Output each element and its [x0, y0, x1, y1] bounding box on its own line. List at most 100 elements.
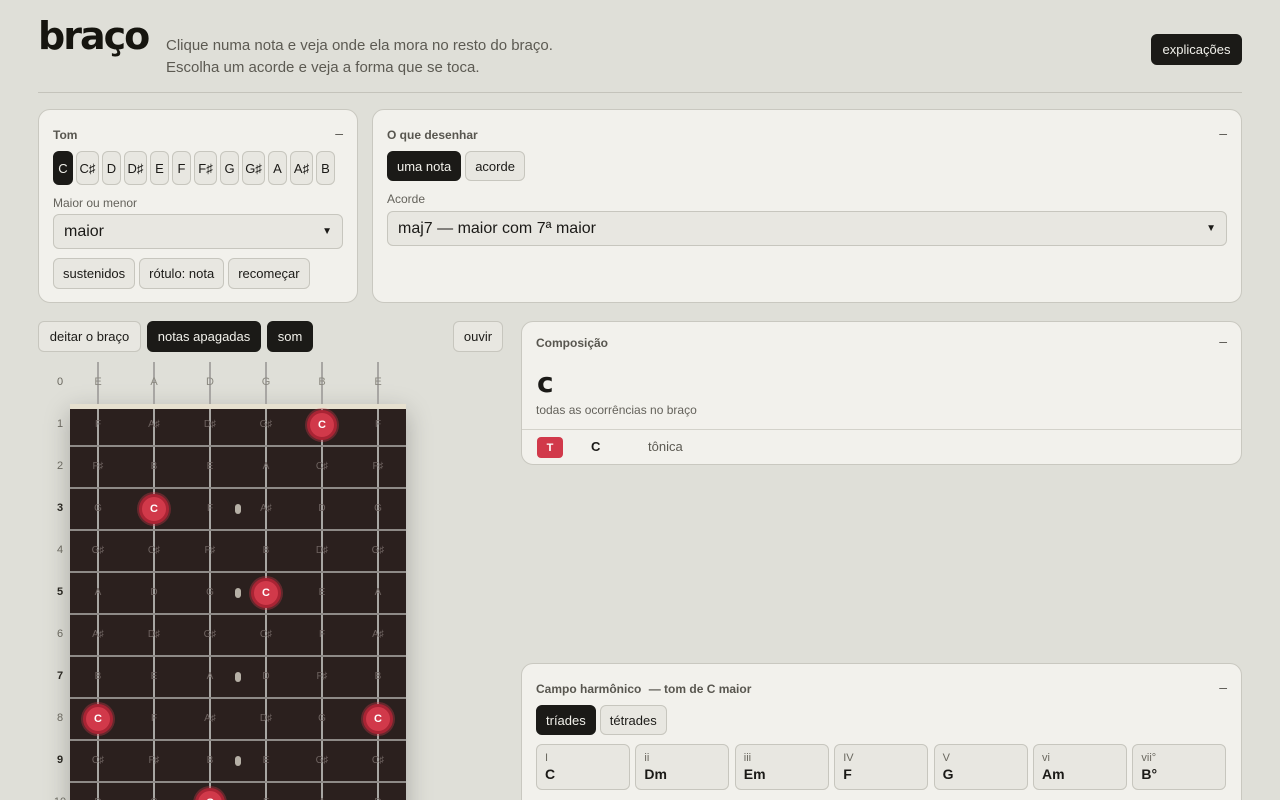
fret-note[interactable]: D♯: [308, 545, 336, 556]
harmonic-field-panel: Campo harmônico — tom de C maior – tríad…: [521, 663, 1242, 800]
dimmed-notes-toggle[interactable]: notas apagadas: [147, 321, 261, 352]
key-button-F[interactable]: F: [172, 151, 191, 185]
chord-option[interactable]: acorde: [465, 151, 525, 181]
key-button-A[interactable]: A: [268, 151, 287, 185]
mode-select[interactable]: maior ▼: [53, 214, 343, 249]
harmonic-field-minimize-button[interactable]: –: [1219, 679, 1227, 695]
fret-note[interactable]: G: [196, 587, 224, 598]
harmonic-chord-Dm[interactable]: ii Dm: [635, 744, 730, 790]
harmonic-chord-C[interactable]: IC: [536, 744, 630, 790]
fret-note[interactable]: F: [140, 713, 168, 724]
fret-note[interactable]: D♯: [252, 713, 280, 724]
fret-note[interactable]: G♯: [364, 545, 392, 556]
key-button-B[interactable]: B: [316, 151, 335, 185]
fret-note[interactable]: A♯: [196, 713, 224, 724]
fret-note[interactable]: F: [308, 629, 336, 640]
fret-note[interactable]: E: [252, 755, 280, 766]
highlighted-note-marker[interactable]: C: [307, 410, 337, 440]
harmonic-chord-G[interactable]: VG: [933, 744, 1028, 790]
fret-note[interactable]: E: [196, 461, 224, 472]
key-button-D[interactable]: D: [102, 151, 121, 185]
key-panel-minimize-button[interactable]: –: [335, 125, 343, 141]
fret-note[interactable]: D: [252, 671, 280, 682]
draw-panel-minimize-button[interactable]: –: [1219, 125, 1227, 141]
fret-note[interactable]: C♯: [308, 461, 336, 472]
fret-note[interactable]: F: [364, 419, 392, 430]
key-button-G[interactable]: G: [220, 151, 239, 185]
composition-minimize-button[interactable]: –: [1219, 333, 1227, 349]
fret-note[interactable]: A: [252, 461, 280, 472]
key-button-E[interactable]: E: [150, 151, 169, 185]
fret-note[interactable]: B: [364, 671, 392, 682]
fret-note[interactable]: F♯: [364, 461, 392, 472]
fret-wire: [70, 655, 406, 657]
fret-note[interactable]: E: [140, 671, 168, 682]
fret-note[interactable]: F♯: [140, 755, 168, 766]
fret-note[interactable]: B: [84, 671, 112, 682]
fret-note[interactable]: B: [252, 545, 280, 556]
harmonic-chord-Em[interactable]: iii Em: [734, 744, 829, 790]
fret-note[interactable]: G♯: [196, 629, 224, 640]
fret-note[interactable]: B: [140, 461, 168, 472]
fret-note[interactable]: G: [308, 713, 336, 724]
fret-note[interactable]: F♯: [308, 671, 336, 682]
fret-note[interactable]: E: [308, 587, 336, 598]
highlighted-note-marker[interactable]: C: [363, 704, 393, 734]
single-note-option[interactable]: uma nota: [387, 151, 462, 181]
key-button-C[interactable]: C: [53, 151, 73, 185]
fret-note[interactable]: B: [196, 755, 224, 766]
reset-button[interactable]: recomeçar: [228, 258, 310, 289]
highlighted-note-marker[interactable]: C: [83, 704, 113, 734]
harmonic-chord-B°[interactable]: vii° B°: [1132, 744, 1227, 790]
fret-note[interactable]: D: [308, 503, 336, 514]
explanations-button[interactable]: explicações: [1151, 34, 1242, 65]
fret-note[interactable]: F♯: [196, 545, 224, 556]
fret-note[interactable]: G♯: [252, 419, 280, 430]
harmonic-chord-Am[interactable]: vi Am: [1033, 744, 1127, 790]
tetrads-tab[interactable]: tétrades: [599, 705, 667, 735]
nut: [70, 404, 406, 409]
fret-note[interactable]: C♯: [364, 755, 392, 766]
highlighted-note-marker[interactable]: C: [251, 578, 281, 608]
fret-note[interactable]: G♯: [308, 755, 336, 766]
sound-toggle[interactable]: som: [267, 321, 313, 352]
fret-note[interactable]: D♯: [196, 419, 224, 430]
fret-note[interactable]: C♯: [84, 755, 112, 766]
fret-note[interactable]: D♯: [140, 629, 168, 640]
key-button-Asharp[interactable]: A♯: [290, 151, 313, 185]
lay-neck-button[interactable]: deitar o braço: [38, 321, 141, 352]
fret-note[interactable]: C♯: [252, 629, 280, 640]
fret-number-5: 5: [56, 586, 64, 598]
fret-note[interactable]: F: [84, 419, 112, 430]
fret-note[interactable]: F♯: [84, 461, 112, 472]
fret-note[interactable]: A♯: [364, 629, 392, 640]
key-button-Fsharp[interactable]: F♯: [194, 151, 217, 185]
fret-note[interactable]: A♯: [140, 419, 168, 430]
chord-select[interactable]: maj7 — maior com 7ª maior ▼: [387, 211, 1227, 246]
fret-note[interactable]: C♯: [140, 545, 168, 556]
listen-button[interactable]: ouvir: [453, 321, 503, 352]
key-button-Gsharp[interactable]: G♯: [242, 151, 265, 185]
key-selector: C C♯ D D♯ E F F♯ G G♯ A A♯ B: [53, 151, 335, 185]
sharps-button[interactable]: sustenidos: [53, 258, 136, 289]
fret-note[interactable]: A: [196, 671, 224, 682]
fret-note[interactable]: G: [84, 503, 112, 514]
triads-tab[interactable]: tríades: [536, 705, 596, 735]
fret-note[interactable]: A♯: [252, 503, 280, 514]
fret-note[interactable]: F: [196, 503, 224, 514]
fret-note[interactable]: D: [140, 587, 168, 598]
key-button-Csharp[interactable]: C♯: [76, 151, 99, 185]
harmonic-chord-F[interactable]: IV F: [834, 744, 929, 790]
key-button-Dsharp[interactable]: D♯: [124, 151, 147, 185]
fret-note[interactable]: G♯: [84, 545, 112, 556]
chevron-down-icon: ▼: [322, 226, 332, 237]
fret-note[interactable]: A: [84, 587, 112, 598]
fret-note[interactable]: G: [364, 503, 392, 514]
label-toggle-button[interactable]: rótulo: nota: [139, 258, 225, 289]
fret-note[interactable]: A♯: [84, 629, 112, 640]
header-divider: [38, 92, 1242, 93]
key-options: sustenidos rótulo: nota recomeçar: [53, 258, 310, 289]
fret-note[interactable]: A: [364, 587, 392, 598]
chord-degree: ii: [644, 752, 650, 764]
highlighted-note-marker[interactable]: C: [139, 494, 169, 524]
